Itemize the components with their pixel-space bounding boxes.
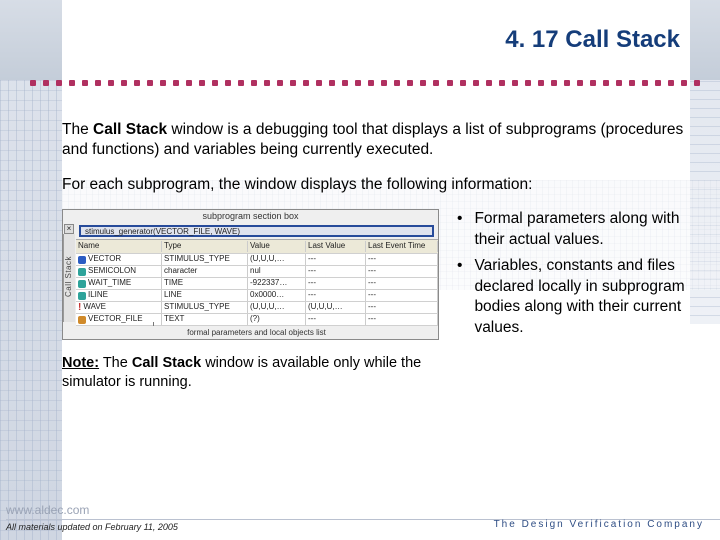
table-row: VECTOR_FILETEXT(?)------	[76, 314, 438, 326]
bullet-list: •Formal parameters along with their actu…	[457, 209, 702, 338]
callstack-screenshot: subprogram section box × Call Stack stim…	[62, 209, 439, 339]
table-row: !WAVESTIMULUS_TYPE(U,U,U,…(U,U,U,…---	[76, 302, 438, 314]
list-item: •Formal parameters along with their actu…	[457, 209, 702, 250]
table-row: VECTORSTIMULUS_TYPE(U,U,U,…------	[76, 254, 438, 266]
callout-bottom: formal parameters and local objects list	[63, 326, 438, 339]
list-item: •Variables, constants and files declared…	[457, 256, 702, 338]
content-body: The Call Stack window is a debugging too…	[62, 120, 702, 492]
blue-icon	[78, 256, 86, 264]
teal-icon	[78, 292, 86, 300]
lead-paragraph: For each subprogram, the window displays…	[62, 175, 702, 195]
table-row: WAIT_TIMETIME-922337…------	[76, 278, 438, 290]
close-icon: ×	[64, 224, 74, 234]
intro-paragraph: The Call Stack window is a debugging too…	[62, 120, 702, 161]
footer-url: www.aldec.com	[6, 503, 720, 517]
note-paragraph: Note: The Call Stack window is available…	[62, 354, 439, 392]
callout-top: subprogram section box	[63, 210, 438, 224]
callstack-tab: Call Stack	[63, 234, 75, 322]
footer: www.aldec.com All materials updated on F…	[6, 503, 720, 532]
orng-icon	[78, 316, 86, 324]
callstack-grid: Name Type Value Last Value Last Event Ti…	[76, 239, 438, 326]
page-title: 4. 17 Call Stack	[0, 26, 720, 54]
divider-dots	[30, 80, 700, 94]
teal-icon	[78, 268, 86, 276]
grid-header: Name Type Value Last Value Last Event Ti…	[76, 240, 438, 254]
table-row: ILINELINE0x0000…------	[76, 290, 438, 302]
table-row: SEMICOLONcharacternul------	[76, 266, 438, 278]
footer-tagline: The Design Verification Company	[494, 519, 704, 530]
red-icon: !	[78, 304, 81, 312]
subprogram-box: stimulus_generator(VECTOR_FILE, WAVE)	[79, 225, 434, 237]
teal-icon	[78, 280, 86, 288]
